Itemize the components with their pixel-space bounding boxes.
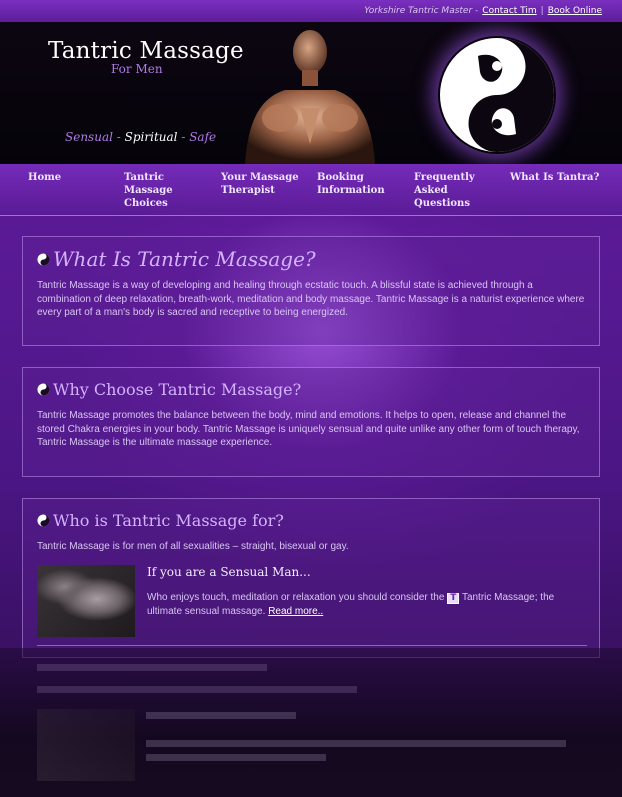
link-separator: | xyxy=(540,6,544,16)
reflection-overlay xyxy=(0,648,622,797)
mirrored-thumbnail xyxy=(37,709,135,781)
site-subtitle: For Men xyxy=(111,62,163,76)
site-title[interactable]: Tantric Massage xyxy=(48,38,244,64)
page-background: Yorkshire Tantric Master - Contact Tim |… xyxy=(0,0,622,797)
why-choose-section: Why Choose Tantric Massage? Tantric Mass… xyxy=(22,367,600,477)
t-logo-icon: T xyxy=(447,593,460,604)
book-online-link[interactable]: Book Online xyxy=(548,6,602,16)
yin-yang-icon xyxy=(37,383,50,396)
mirrored-text-line xyxy=(146,712,296,719)
nav-what-is-tantra[interactable]: What Is Tantra? xyxy=(510,171,610,184)
read-more-link[interactable]: Read more.. xyxy=(268,606,323,617)
tagline-spiritual: Spiritual xyxy=(124,130,178,144)
sensual-man-heading: If you are a Sensual Man... xyxy=(147,565,311,579)
what-is-heading: What Is Tantric Massage? xyxy=(53,247,316,271)
what-is-body: Tantric Massage is a way of developing a… xyxy=(37,280,585,318)
yin-yang-icon xyxy=(37,514,50,527)
mirrored-text-line xyxy=(37,664,267,671)
tagline-safe: - Safe xyxy=(181,130,217,144)
tagline-sensual: Sensual - xyxy=(65,130,121,144)
mirrored-content xyxy=(0,648,622,797)
nav-faq[interactable]: Frequently Asked Questions xyxy=(414,171,506,210)
nav-booking-information[interactable]: Booking Information xyxy=(317,171,409,197)
nav-tantric-massage-choices[interactable]: Tantric Massage Choices xyxy=(124,171,216,210)
sensual-man-text-1: Who enjoys touch, meditation or relaxati… xyxy=(147,592,445,603)
who-is-for-intro: Tantric Massage is for men of all sexual… xyxy=(37,541,349,552)
mirrored-text-line xyxy=(146,754,326,761)
mirrored-text-line xyxy=(37,686,357,693)
yin-yang-icon xyxy=(37,253,50,266)
site-name-text: Yorkshire Tantric Master - xyxy=(364,6,479,16)
nav-home[interactable]: Home xyxy=(28,171,120,184)
top-utility-bar: Yorkshire Tantric Master - Contact Tim |… xyxy=(0,0,622,22)
section-divider xyxy=(37,645,587,646)
tagline: Sensual - Spiritual - Safe xyxy=(65,130,216,144)
why-choose-body: Tantric Massage promotes the balance bet… xyxy=(37,410,580,448)
who-is-for-section: Who is Tantric Massage for? Tantric Mass… xyxy=(22,498,600,658)
sensual-man-thumbnail[interactable] xyxy=(37,565,135,637)
main-navigation: Home Tantric Massage Choices Your Massag… xyxy=(0,164,622,216)
sensual-man-body: Who enjoys touch, meditation or relaxati… xyxy=(147,591,587,619)
mirrored-text-line xyxy=(146,740,566,747)
site-header: Tantric Massage For Men Sensual - Spirit… xyxy=(0,22,622,164)
meditating-man-image xyxy=(245,30,375,164)
yin-yang-logo xyxy=(440,38,554,152)
why-choose-heading: Why Choose Tantric Massage? xyxy=(53,380,302,399)
nav-your-massage-therapist[interactable]: Your Massage Therapist xyxy=(221,171,313,197)
contact-link[interactable]: Contact Tim xyxy=(482,6,536,16)
what-is-section: What Is Tantric Massage? Tantric Massage… xyxy=(22,236,600,346)
who-is-for-heading: Who is Tantric Massage for? xyxy=(53,511,284,530)
